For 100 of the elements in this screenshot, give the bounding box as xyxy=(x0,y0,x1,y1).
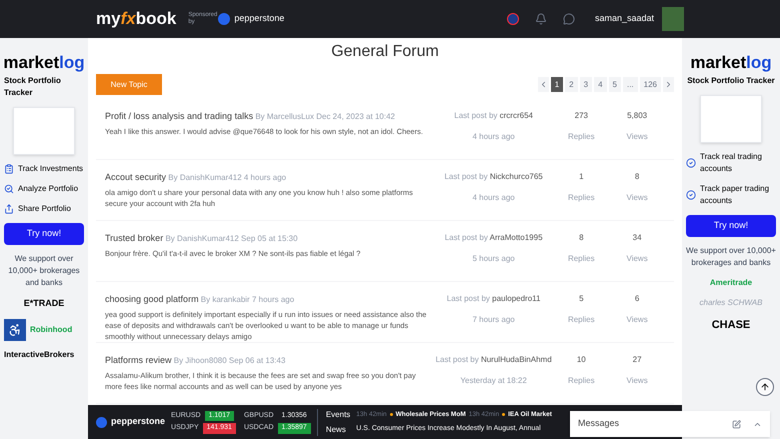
last-post-user[interactable]: Nickchurco765 xyxy=(490,172,543,181)
topic-title[interactable]: Profit / loss analysis and trading talks xyxy=(105,111,254,121)
feature-icon xyxy=(4,184,14,194)
broker-logo: CHASE xyxy=(710,318,752,333)
tagline: Stock Portfolio Tracker xyxy=(4,75,62,99)
page-button[interactable]: 3 xyxy=(580,77,592,92)
chevron-right-icon xyxy=(664,80,673,89)
bullet-icon xyxy=(390,413,393,416)
page-button[interactable]: 1 xyxy=(550,77,564,92)
sponsor-name: pepperstone xyxy=(234,12,284,26)
notifications-icon[interactable] xyxy=(534,13,547,25)
messages-title[interactable]: Messages xyxy=(578,417,732,431)
page-button[interactable]: 2 xyxy=(565,77,578,92)
marketlog-logo: marketlog xyxy=(690,54,772,71)
last-post-time: Yesterday at 18:22 xyxy=(460,375,527,387)
broker-logo: Ameritrade xyxy=(708,277,754,289)
views-count: 8 xyxy=(634,171,640,183)
page-button[interactable]: 126 xyxy=(640,77,661,92)
feature-text: Share Portfolio xyxy=(18,203,71,215)
feature-text: Analyze Portfolio xyxy=(18,183,78,195)
topic-date: Dec 24, 2023 at 10:42 xyxy=(316,112,395,121)
broker-logo: charles SCHWAB xyxy=(698,297,764,309)
support-text: We support over 10,000+ brokerages and banks xyxy=(686,245,776,269)
topic-date: Sep 05 at 15:30 xyxy=(241,234,298,243)
last-post-time: 4 hours ago xyxy=(472,192,515,204)
try-now-button[interactable]: Try now! xyxy=(4,223,84,245)
last-post-user[interactable]: paulopedro11 xyxy=(492,294,540,303)
views-count: 34 xyxy=(632,232,642,244)
topic-date: 7 hours ago xyxy=(252,295,294,304)
myfxbook-logo[interactable]: myfxbook xyxy=(96,6,176,32)
broker-logo: Robinhood xyxy=(30,324,72,336)
last-post-label: Last post by xyxy=(446,294,490,303)
views-count: 6 xyxy=(634,293,640,305)
tagline: Stock Portfolio Tracker xyxy=(687,75,775,87)
events-label: Events xyxy=(326,408,350,420)
topic-date: 4 hours ago xyxy=(244,173,286,182)
accessibility-button[interactable] xyxy=(4,318,26,340)
arrow-up-icon xyxy=(760,382,770,392)
views-label: Views xyxy=(626,192,648,204)
replies-count: 273 xyxy=(574,110,588,122)
chat-icon[interactable] xyxy=(562,13,575,25)
news-label: News xyxy=(326,424,347,436)
topic-title[interactable]: Trusted broker xyxy=(105,233,164,243)
ticker-brand: pepperstone xyxy=(111,415,166,428)
replies-count: 1 xyxy=(579,171,584,183)
dashboard-screenshot xyxy=(700,95,762,143)
accessibility-icon xyxy=(8,322,22,336)
last-post-user[interactable]: NurulHudaBinAhmd xyxy=(480,355,552,364)
feature-text: Track real trading accounts xyxy=(700,151,763,175)
topic-title[interactable]: choosing good platform xyxy=(105,294,199,304)
bullet-icon xyxy=(502,413,506,416)
last-post-label: Last post by xyxy=(436,355,479,364)
last-post-time: 7 hours ago xyxy=(472,314,515,326)
views-count: 27 xyxy=(632,354,642,366)
feature-text: Track paper trading accounts xyxy=(700,183,770,207)
replies-label: Replies xyxy=(568,192,595,204)
page-button[interactable]: 5 xyxy=(608,77,621,92)
views-label: Views xyxy=(626,375,648,387)
support-text: We support over 10,000+ brokerages and banks xyxy=(7,253,81,289)
topic-title[interactable]: Platforms review xyxy=(105,355,172,365)
previous-page-button[interactable] xyxy=(538,77,549,92)
compose-icon[interactable] xyxy=(732,420,741,428)
last-post-label: Last post by xyxy=(444,172,488,181)
pepperstone-logo-icon xyxy=(218,13,230,25)
broker-logo: InteractiveBrokers xyxy=(4,348,76,360)
page-button[interactable]: 4 xyxy=(594,77,607,92)
replies-label: Replies xyxy=(568,131,595,143)
views-label: Views xyxy=(626,131,648,143)
check-icon xyxy=(686,158,696,168)
views-label: Views xyxy=(626,253,648,265)
replies-count: 5 xyxy=(579,293,584,305)
last-post-user[interactable]: crcrcr654 xyxy=(500,111,533,120)
marketlog-logo: marketlog xyxy=(3,54,85,71)
scroll-to-top-button[interactable] xyxy=(756,378,774,396)
pepperstone-logo-icon xyxy=(96,416,107,428)
feature-icon xyxy=(4,164,14,174)
last-post-label: Last post by xyxy=(454,111,498,120)
replies-label: Replies xyxy=(568,253,595,265)
last-post-label: Last post by xyxy=(444,233,488,242)
check-icon xyxy=(686,190,696,200)
replies-label: Replies xyxy=(568,375,595,387)
page-button[interactable]: ... xyxy=(622,77,638,92)
replies-count: 10 xyxy=(576,354,586,366)
broker-logo: E*TRADE xyxy=(22,297,66,310)
replies-label: Replies xyxy=(568,314,595,326)
dashboard-screenshot xyxy=(13,107,75,155)
try-now-button[interactable]: Try now! xyxy=(686,215,776,237)
topic-date: Sep 06 at 13:43 xyxy=(228,356,286,365)
last-post-time: 4 hours ago xyxy=(472,131,515,143)
feature-icon xyxy=(4,204,14,214)
flag-icon[interactable] xyxy=(506,13,519,25)
next-page-button[interactable] xyxy=(663,77,674,92)
username[interactable]: saman_saadat xyxy=(594,12,654,26)
last-post-user[interactable]: ArraMotto1995 xyxy=(490,233,543,242)
topic-title[interactable]: Accout security xyxy=(105,172,166,182)
replies-count: 8 xyxy=(579,232,584,244)
last-post-time: 5 hours ago xyxy=(472,253,515,265)
feature-text: Track Investments xyxy=(18,163,84,175)
views-label: Views xyxy=(626,314,648,326)
forum-title: General Forum xyxy=(330,42,440,62)
